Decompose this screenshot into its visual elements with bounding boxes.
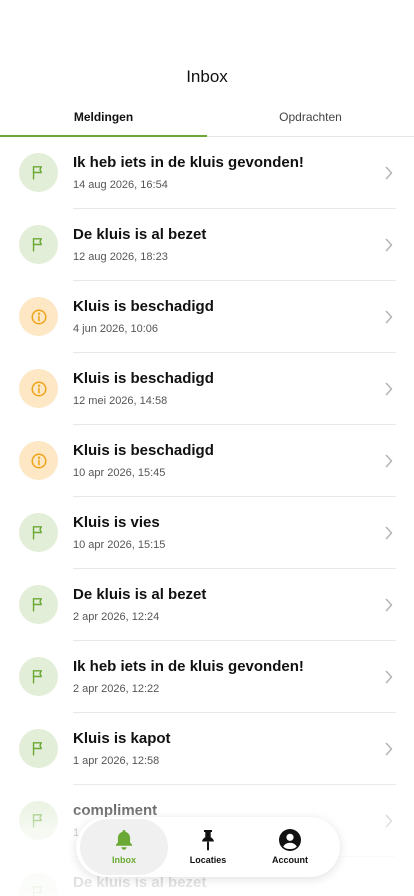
chevron-right-icon	[385, 814, 393, 828]
notification-title: Kluis is beschadigd	[73, 370, 214, 387]
notification-avatar	[19, 225, 58, 264]
nav-item-locaties[interactable]: Locaties	[164, 819, 252, 875]
notification-title: Kluis is kapot	[73, 730, 171, 747]
notification-list: Ik heb iets in de kluis gevonden! 14 aug …	[0, 137, 414, 896]
info-icon	[30, 452, 48, 470]
notification-avatar	[19, 873, 58, 896]
tab-opdrachten[interactable]: Opdrachten	[207, 110, 414, 124]
flag-icon	[30, 668, 47, 685]
notification-date: 10 apr 2026, 15:45	[73, 467, 166, 479]
chevron-right-icon	[385, 526, 393, 540]
nav-item-inbox[interactable]: Inbox	[80, 819, 168, 875]
chevron-right-icon	[385, 670, 393, 684]
notification-row[interactable]: Kluis is beschadigd 12 mei 2026, 14:58	[0, 353, 414, 425]
flag-icon	[30, 812, 47, 829]
notification-date: 12 mei 2026, 14:58	[73, 395, 168, 407]
notification-title: Ik heb iets in de kluis gevonden!	[73, 154, 304, 171]
flag-icon	[30, 884, 47, 896]
chevron-right-icon	[385, 598, 393, 612]
notification-avatar	[19, 585, 58, 624]
notification-avatar	[19, 513, 58, 552]
notification-title: De kluis is al bezet	[73, 586, 207, 603]
notification-row[interactable]: De kluis is al bezet 12 aug 2026, 18:23	[0, 209, 414, 281]
notification-row[interactable]: Kluis is beschadigd 10 apr 2026, 15:45	[0, 425, 414, 497]
account-icon	[279, 829, 301, 851]
page-title: Inbox	[186, 67, 228, 86]
tab-meldingen[interactable]: Meldingen	[0, 110, 207, 124]
flag-icon	[30, 524, 47, 541]
flag-icon	[30, 164, 47, 181]
notification-title: Kluis is beschadigd	[73, 298, 214, 315]
notification-avatar	[19, 801, 58, 840]
chevron-right-icon	[385, 238, 393, 252]
notification-title: Kluis is beschadigd	[73, 442, 214, 459]
notification-row[interactable]: Ik heb iets in de kluis gevonden! 2 apr 2…	[0, 641, 414, 713]
tab-bar: Meldingen Opdrachten	[0, 100, 414, 137]
chevron-right-icon	[385, 382, 393, 396]
flag-icon	[30, 596, 47, 613]
notification-date: 10 apr 2026, 15:15	[73, 539, 166, 551]
notification-title: De kluis is al bezet	[73, 226, 207, 243]
nav-label-locaties: Locaties	[189, 855, 227, 865]
header: Inbox	[0, 0, 414, 100]
info-icon	[30, 380, 48, 398]
notification-row[interactable]: Kluis is kapot 1 apr 2026, 12:58	[0, 713, 414, 785]
chevron-right-icon	[385, 454, 393, 468]
notification-avatar	[19, 441, 58, 480]
notification-date: 2 apr 2026, 12:24	[73, 611, 160, 623]
chevron-right-icon	[385, 310, 393, 324]
notification-date: 1 apr 2026, 12:58	[73, 755, 160, 767]
pin-icon	[202, 830, 214, 851]
notification-date: 12 aug 2026, 18:23	[73, 251, 168, 263]
flag-icon	[30, 740, 47, 757]
notification-row[interactable]: De kluis is al bezet 2 apr 2026, 12:24	[0, 569, 414, 641]
flag-icon	[30, 236, 47, 253]
notification-date: 14 aug 2026, 16:54	[73, 179, 168, 191]
notification-title: Kluis is vies	[73, 514, 160, 531]
nav-item-account[interactable]: Account	[246, 819, 334, 875]
notification-avatar	[19, 153, 58, 192]
nav-label-inbox: Inbox	[112, 855, 136, 865]
notification-row[interactable]: Ik heb iets in de kluis gevonden! 14 aug …	[0, 137, 414, 209]
notification-avatar	[19, 657, 58, 696]
notification-title: Ik heb iets in de kluis gevonden!	[73, 658, 304, 675]
bottom-navigation: Inbox Locaties Account	[76, 817, 340, 877]
notification-row[interactable]: Kluis is beschadigd 4 jun 2026, 10:06	[0, 281, 414, 353]
nav-label-account: Account	[272, 855, 308, 865]
notification-date: 2 apr 2026, 12:22	[73, 683, 160, 695]
chevron-right-icon	[385, 166, 393, 180]
info-icon	[30, 308, 48, 326]
notification-avatar	[19, 297, 58, 336]
notification-row[interactable]: Kluis is vies 10 apr 2026, 15:15	[0, 497, 414, 569]
notification-avatar	[19, 369, 58, 408]
bell-icon	[115, 830, 133, 850]
notification-avatar	[19, 729, 58, 768]
notification-date: 4 jun 2026, 10:06	[73, 323, 159, 335]
chevron-right-icon	[385, 742, 393, 756]
